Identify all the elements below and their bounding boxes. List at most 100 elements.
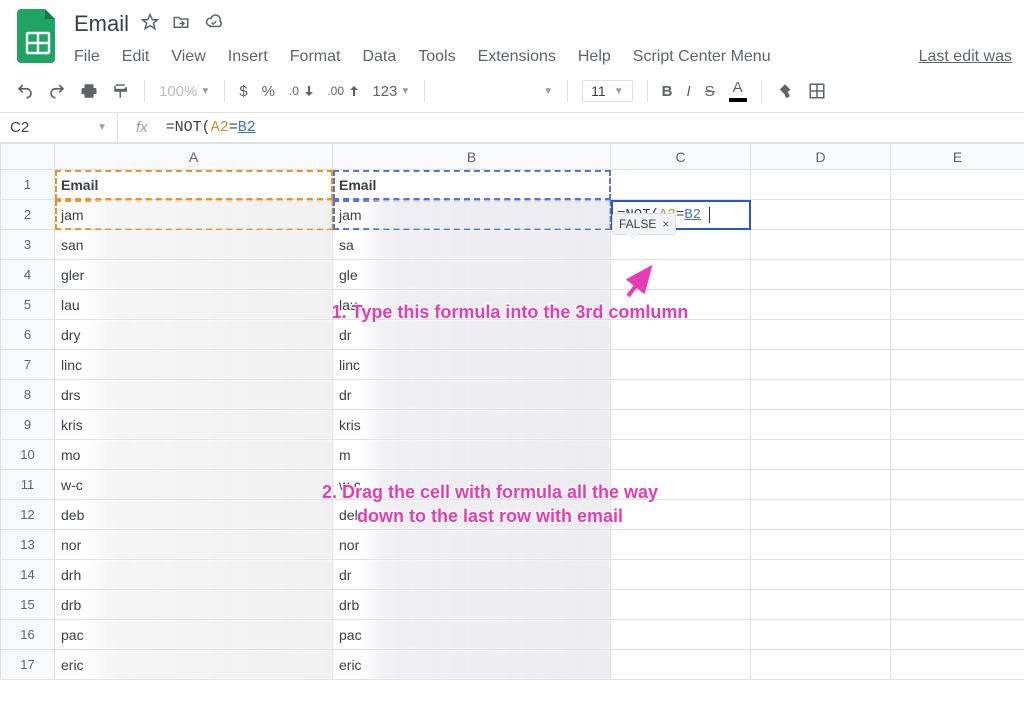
name-box[interactable]: C2 ▼ (0, 113, 118, 142)
menu-view[interactable]: View (171, 48, 205, 66)
cell[interactable]: sa (333, 230, 611, 260)
format-currency-button[interactable]: $ (239, 83, 247, 100)
paint-format-button[interactable] (112, 82, 130, 100)
menu-file[interactable]: File (74, 48, 100, 66)
cell[interactable]: kris (55, 410, 333, 440)
menu-data[interactable]: Data (362, 48, 396, 66)
redo-button[interactable] (48, 82, 66, 100)
cell[interactable] (891, 230, 1024, 260)
cell[interactable]: Email (333, 170, 611, 200)
cell[interactable] (891, 500, 1024, 530)
cell[interactable] (891, 200, 1024, 230)
menu-insert[interactable]: Insert (228, 48, 268, 66)
format-percent-button[interactable]: % (262, 83, 275, 100)
cell[interactable]: w-c (333, 470, 611, 500)
cell[interactable] (611, 470, 751, 500)
col-header-e[interactable]: E (891, 144, 1024, 170)
row-header[interactable]: 6 (1, 320, 55, 350)
cell[interactable] (891, 620, 1024, 650)
cell[interactable] (751, 470, 891, 500)
cell[interactable] (611, 560, 751, 590)
cell[interactable] (751, 350, 891, 380)
cell[interactable]: Email (55, 170, 333, 200)
cell[interactable] (611, 620, 751, 650)
menu-edit[interactable]: Edit (122, 48, 150, 66)
cell[interactable] (751, 650, 891, 680)
cell[interactable] (751, 230, 891, 260)
cell[interactable]: drb (333, 590, 611, 620)
cell[interactable] (751, 500, 891, 530)
cell[interactable]: deb (55, 500, 333, 530)
zoom-dropdown[interactable]: 100% ▼ (159, 83, 210, 100)
select-all-corner[interactable] (1, 144, 55, 170)
cell[interactable]: dry (55, 320, 333, 350)
cell[interactable] (891, 410, 1024, 440)
col-header-a[interactable]: A (55, 144, 333, 170)
row-header[interactable]: 10 (1, 440, 55, 470)
menu-script-center[interactable]: Script Center Menu (633, 48, 771, 66)
row-header[interactable]: 11 (1, 470, 55, 500)
cell[interactable] (891, 290, 1024, 320)
cell[interactable]: gler (55, 260, 333, 290)
formula-input[interactable]: =NOT(A2=B2 (166, 119, 256, 136)
cell[interactable]: pac (55, 620, 333, 650)
cell[interactable]: nor (333, 530, 611, 560)
cell[interactable] (611, 650, 751, 680)
cell[interactable] (611, 260, 751, 290)
cell[interactable]: nor (55, 530, 333, 560)
bold-button[interactable]: B (662, 83, 673, 100)
decrease-decimal-button[interactable]: .0 (289, 84, 313, 98)
cell[interactable] (751, 200, 891, 230)
cell[interactable] (891, 440, 1024, 470)
cell[interactable]: drh (55, 560, 333, 590)
cloud-status-icon[interactable] (203, 13, 225, 36)
increase-decimal-button[interactable]: .00 (327, 84, 358, 98)
col-header-d[interactable]: D (751, 144, 891, 170)
cell[interactable] (891, 260, 1024, 290)
cell[interactable] (891, 320, 1024, 350)
close-icon[interactable]: × (662, 217, 669, 231)
star-icon[interactable] (141, 13, 159, 36)
undo-button[interactable] (16, 82, 34, 100)
cell[interactable]: kris (333, 410, 611, 440)
cell[interactable] (891, 530, 1024, 560)
menu-extensions[interactable]: Extensions (478, 48, 556, 66)
cell[interactable] (611, 380, 751, 410)
cell[interactable] (891, 470, 1024, 500)
cell[interactable]: linc (333, 350, 611, 380)
cell[interactable] (611, 410, 751, 440)
cell[interactable]: deb (333, 500, 611, 530)
cell[interactable]: dr (333, 380, 611, 410)
cell[interactable] (611, 440, 751, 470)
move-icon[interactable] (171, 13, 191, 36)
cell[interactable]: drb (55, 590, 333, 620)
cell[interactable] (611, 290, 751, 320)
cell[interactable]: jam (55, 200, 333, 230)
cell[interactable]: m (333, 440, 611, 470)
cell[interactable]: mo (55, 440, 333, 470)
row-header[interactable]: 7 (1, 350, 55, 380)
cell[interactable]: linc (55, 350, 333, 380)
borders-button[interactable] (808, 82, 826, 100)
cell[interactable] (751, 380, 891, 410)
cell[interactable] (611, 530, 751, 560)
cell[interactable]: eric (333, 650, 611, 680)
strikethrough-button[interactable]: S (705, 83, 715, 100)
row-header[interactable]: 1 (1, 170, 55, 200)
cell[interactable] (891, 590, 1024, 620)
cell[interactable] (611, 320, 751, 350)
cell[interactable] (891, 170, 1024, 200)
menu-help[interactable]: Help (578, 48, 611, 66)
menu-format[interactable]: Format (290, 48, 341, 66)
italic-button[interactable]: I (686, 83, 690, 100)
cell[interactable] (751, 620, 891, 650)
row-header[interactable]: 8 (1, 380, 55, 410)
cell[interactable] (751, 530, 891, 560)
cell[interactable]: lau (55, 290, 333, 320)
print-button[interactable] (80, 82, 98, 100)
cell[interactable]: pac (333, 620, 611, 650)
row-header[interactable]: 14 (1, 560, 55, 590)
cell[interactable] (611, 170, 751, 200)
row-header[interactable]: 15 (1, 590, 55, 620)
cell[interactable] (611, 590, 751, 620)
